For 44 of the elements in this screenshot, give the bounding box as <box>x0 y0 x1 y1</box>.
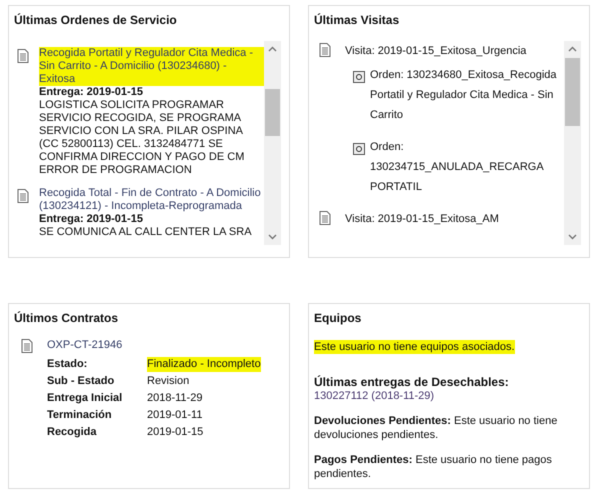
delivery-date: Entrega: 2019-01-15 <box>39 86 144 99</box>
order-label: Orden: 130234715_ANULADA_RECARGA PORTATIL <box>370 140 544 195</box>
panel-title: Últimos Contratos <box>13 310 120 327</box>
field-label: Estado: <box>47 356 88 372</box>
visit-label: Visita: 2019-01-15_Exitosa_AM <box>345 212 499 227</box>
checkbox-icon <box>353 143 365 155</box>
order-note: SE COMUNICA AL CALL CENTER LA SRA <box>39 226 253 239</box>
panel-title: Últimas Visitas <box>313 12 400 29</box>
payments-text: Pagos Pendientes: Este usuario no tiene pagos pendientes. <box>314 453 553 481</box>
field-label: Recogida <box>47 424 98 440</box>
section-label: Últimas entregas de Desechables: <box>314 375 510 389</box>
document-icon <box>21 339 33 353</box>
visit-label: Visita: 2019-01-15_Exitosa_Urgencia <box>345 44 526 59</box>
checkbox-icon <box>353 71 365 83</box>
document-icon <box>17 189 29 203</box>
document-icon <box>319 211 331 225</box>
order-link[interactable]: Recogida Total - Fin de Contrato - A Domicilio (130234121) - Incompleta-Reprogramada <box>39 187 264 213</box>
field-value: Revision <box>147 374 190 388</box>
order-link[interactable]: Recogida Portatil y Regulador Cita Medica - Sin Carrito - A Domicilio (130234680) - Exitosa <box>39 47 264 86</box>
delivery-link[interactable]: 130227112 (2018-11-29) <box>314 390 434 402</box>
field-label: Entrega Inicial <box>47 390 124 406</box>
order-label: Orden: 130234680_Exitosa_Recogida Portatil y Regulador Cita Medica - Sin Carrito <box>370 68 558 123</box>
field-value: 2019-01-11 <box>147 408 202 422</box>
scroll-down-icon[interactable] <box>268 234 277 240</box>
order-note: LOGISTICA SOLICITA PROGRAMAR SERVICIO RECOGIDA, SE PROGRAMA SERVICIO CON LA SRA. PILAR OSPINA (CC 52800113) CEL. 3132484771 SE CONFIRMA DIRECCION Y PAGO DE CM <box>39 99 246 164</box>
scroll-thumb[interactable] <box>265 89 280 136</box>
field-value: 2019-01-15 <box>147 424 204 440</box>
info-message: Este usuario no tiene equipos asociados. <box>314 340 515 354</box>
delivery-date: Entrega: 2019-01-15 <box>39 213 144 226</box>
panel-title: Equipos <box>313 310 362 327</box>
field-label: Sub - Estado <box>47 374 116 388</box>
document-icon <box>319 43 331 57</box>
returns-text: Devoluciones Pendientes: Este usuario no tiene devoluciones pendientes. <box>314 414 558 442</box>
contract-link[interactable]: OXP-CT-21946 <box>47 337 261 354</box>
order-note: ERROR DE PROGRAMACION <box>39 164 193 177</box>
document-icon <box>17 49 29 63</box>
scroll-up-icon[interactable] <box>568 46 577 52</box>
field-value: Finalizado - Incompleto <box>147 356 261 372</box>
panel-title: Últimas Ordenes de Servicio <box>13 12 178 29</box>
scroll-thumb[interactable] <box>565 58 580 126</box>
scroll-down-icon[interactable] <box>568 234 577 240</box>
field-label: Terminación <box>47 408 113 422</box>
scroll-up-icon[interactable] <box>268 46 277 52</box>
field-value: 2018-11-29 <box>147 390 202 406</box>
